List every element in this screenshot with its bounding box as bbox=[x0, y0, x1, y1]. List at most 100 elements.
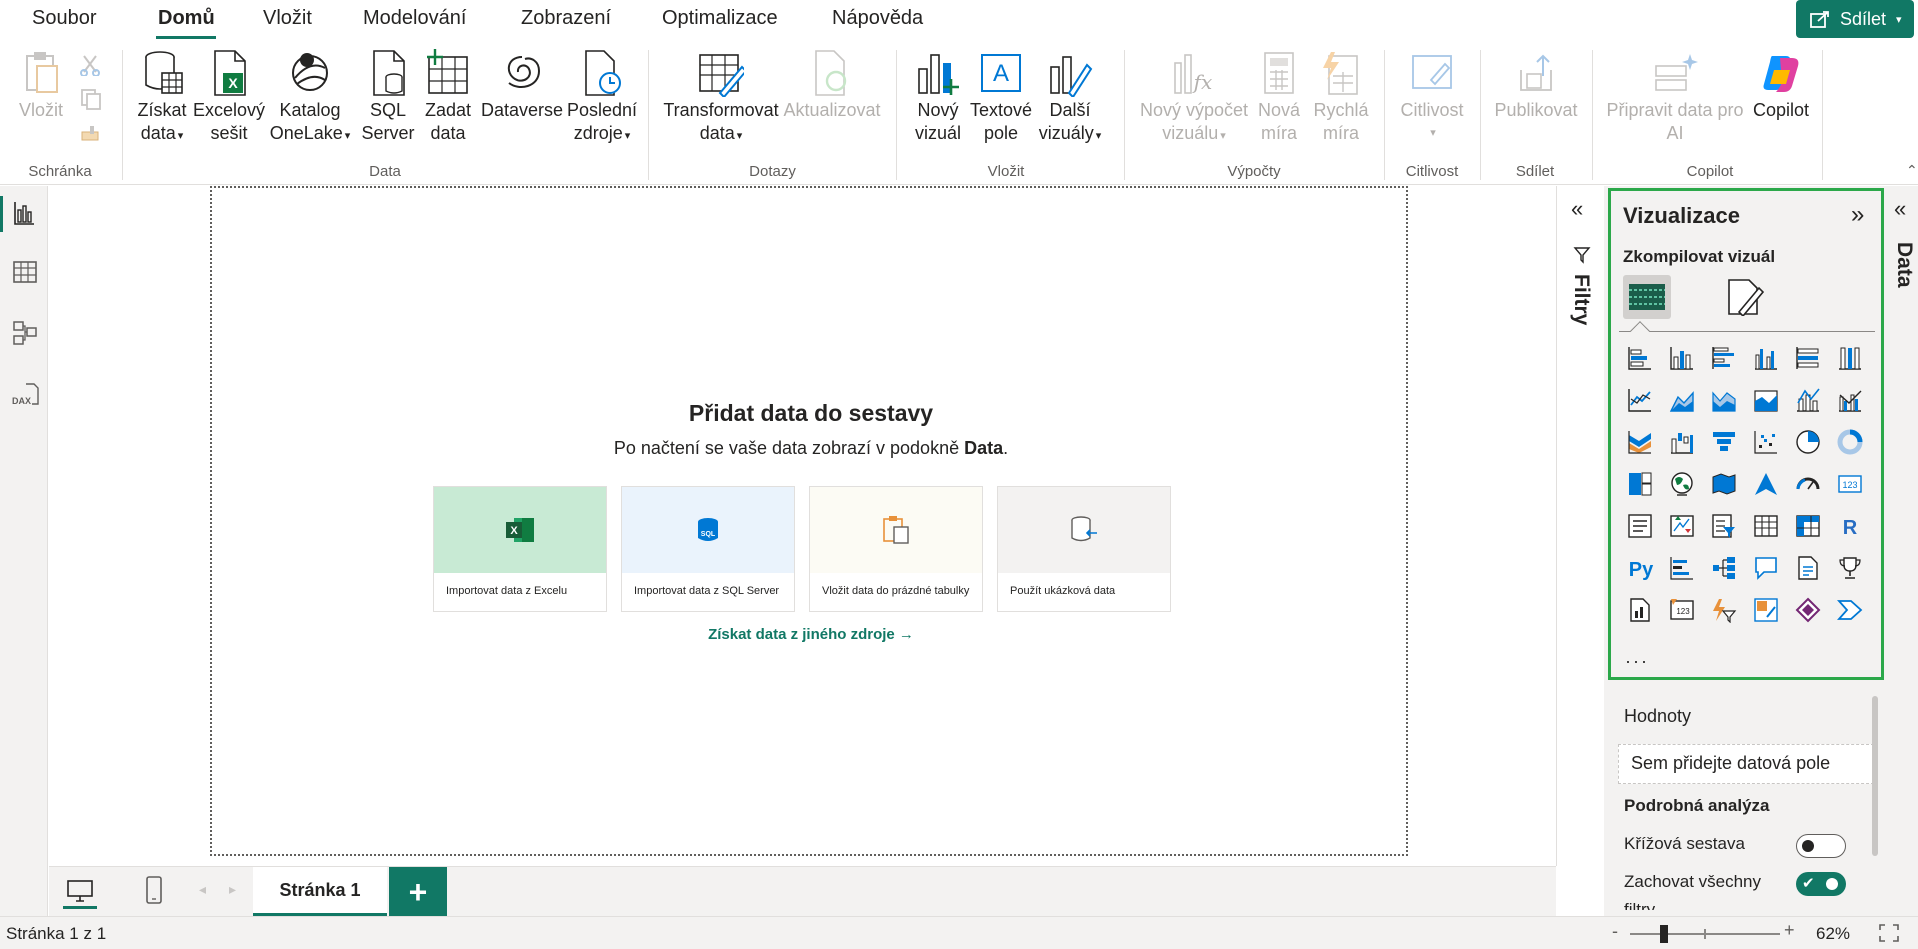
pie-chart-icon[interactable] bbox=[1787, 421, 1829, 463]
smart-narrative-icon[interactable] bbox=[1787, 547, 1829, 589]
matrix-icon[interactable] bbox=[1787, 505, 1829, 547]
100-stacked-area-chart-icon[interactable] bbox=[1745, 379, 1787, 421]
zoom-out-icon[interactable]: - bbox=[1612, 921, 1618, 942]
model-view-icon[interactable] bbox=[12, 320, 38, 346]
r-script-visual-icon[interactable]: R bbox=[1829, 505, 1871, 547]
power-automate-icon[interactable] bbox=[1829, 589, 1871, 631]
sql-server-button[interactable]: SQL Server bbox=[362, 48, 415, 145]
filters-pane[interactable]: « Filtry bbox=[1556, 186, 1604, 866]
collapse-visualizations-icon[interactable]: » bbox=[1851, 201, 1864, 229]
more-visuals-button[interactable]: Další vizuály ▾ bbox=[1034, 48, 1106, 148]
clustered-column-chart-icon[interactable] bbox=[1745, 337, 1787, 379]
mobile-layout-icon[interactable] bbox=[145, 875, 163, 905]
paginated-report-icon[interactable] bbox=[1619, 589, 1661, 631]
more-visuals-ellipsis[interactable]: ··· bbox=[1625, 651, 1649, 672]
card-icon[interactable]: 123 bbox=[1829, 463, 1871, 505]
tab-optimize[interactable]: Optimalizace bbox=[662, 7, 778, 30]
treemap-icon[interactable] bbox=[1619, 463, 1661, 505]
text-box-button[interactable]: A Textové pole bbox=[968, 48, 1034, 145]
zoom-slider-thumb[interactable] bbox=[1660, 925, 1668, 943]
multi-row-card-icon[interactable] bbox=[1619, 505, 1661, 547]
prev-page-icon[interactable]: ◂ bbox=[199, 881, 206, 898]
copilot-button[interactable]: Copilot bbox=[1746, 48, 1816, 122]
100-stacked-column-chart-icon[interactable] bbox=[1829, 337, 1871, 379]
cross-report-toggle[interactable] bbox=[1796, 834, 1846, 858]
stacked-column-chart-icon[interactable] bbox=[1661, 337, 1703, 379]
pane-scrollbar[interactable] bbox=[1872, 696, 1878, 856]
slicer-icon[interactable] bbox=[1703, 505, 1745, 547]
card-new-icon[interactable]: 123 bbox=[1661, 589, 1703, 631]
excel-workbook-button[interactable]: X Excelový sešit bbox=[193, 48, 265, 145]
filled-map-icon[interactable] bbox=[1703, 463, 1745, 505]
scatter-chart-icon[interactable] bbox=[1745, 421, 1787, 463]
stacked-area-chart-icon[interactable] bbox=[1703, 379, 1745, 421]
enter-data-button[interactable]: Zadat data bbox=[422, 48, 474, 145]
import-excel-card[interactable]: X Importovat data z Excelu bbox=[433, 486, 607, 612]
area-chart-icon[interactable] bbox=[1661, 379, 1703, 421]
sensitivity-button[interactable]: Citlivost ▾ bbox=[1392, 48, 1472, 145]
transform-data-button[interactable]: Transformovat data ▾ bbox=[662, 48, 780, 148]
tab-modeling[interactable]: Modelování bbox=[363, 7, 466, 30]
next-page-icon[interactable]: ▸ bbox=[229, 881, 236, 898]
format-painter-icon[interactable] bbox=[80, 124, 102, 144]
quick-measure-button[interactable]: Rychlá míra bbox=[1308, 48, 1374, 145]
report-view-icon[interactable] bbox=[12, 200, 38, 226]
power-automate-slicer-icon[interactable] bbox=[1703, 589, 1745, 631]
share-button[interactable]: Sdílet ▾ bbox=[1796, 0, 1914, 38]
funnel-chart-icon[interactable] bbox=[1703, 421, 1745, 463]
keep-filters-toggle[interactable]: ✔ bbox=[1796, 872, 1846, 896]
gauge-icon[interactable] bbox=[1787, 463, 1829, 505]
values-drop-field[interactable]: Sem přidejte datová pole bbox=[1618, 744, 1874, 784]
zoom-level[interactable]: 62% bbox=[1816, 924, 1850, 944]
python-visual-icon[interactable]: Py bbox=[1619, 547, 1661, 589]
tab-insert[interactable]: Vložit bbox=[263, 7, 312, 30]
other-source-link[interactable]: Získat data z jiného zdroje → bbox=[212, 626, 1410, 643]
import-sql-card[interactable]: SQL Importovat data z SQL Server bbox=[621, 486, 795, 612]
table-icon[interactable] bbox=[1745, 505, 1787, 547]
new-measure-button[interactable]: Nová míra bbox=[1256, 48, 1302, 145]
line-stacked-column-chart-icon[interactable] bbox=[1787, 379, 1829, 421]
new-visual-button[interactable]: Nový vizuál bbox=[912, 48, 964, 145]
kpi-icon[interactable] bbox=[1661, 505, 1703, 547]
line-clustered-column-chart-icon[interactable] bbox=[1829, 379, 1871, 421]
expand-data-icon[interactable]: « bbox=[1894, 196, 1906, 222]
key-influencers-icon[interactable] bbox=[1661, 547, 1703, 589]
goals-icon[interactable] bbox=[1829, 547, 1871, 589]
paste-blank-table-card[interactable]: Vložit data do prázdné tabulky bbox=[809, 486, 983, 612]
build-visual-tab[interactable] bbox=[1623, 275, 1671, 319]
sample-data-card[interactable]: Použít ukázková data bbox=[997, 486, 1171, 612]
qa-visual-icon[interactable] bbox=[1745, 547, 1787, 589]
power-apps-icon[interactable] bbox=[1745, 589, 1787, 631]
format-visual-tab[interactable] bbox=[1721, 275, 1769, 319]
tab-help[interactable]: Nápověda bbox=[832, 7, 923, 30]
add-page-button[interactable]: + bbox=[389, 867, 447, 917]
table-view-icon[interactable] bbox=[12, 260, 38, 286]
waterfall-chart-icon[interactable] bbox=[1661, 421, 1703, 463]
azure-map-icon[interactable] bbox=[1745, 463, 1787, 505]
publish-button[interactable]: Publikovat bbox=[1490, 48, 1582, 122]
dax-query-view-icon[interactable]: DAX bbox=[12, 382, 39, 408]
power-apps-diamond-icon[interactable] bbox=[1787, 589, 1829, 631]
100-stacked-bar-chart-icon[interactable] bbox=[1787, 337, 1829, 379]
page-tab-1[interactable]: Stránka 1 bbox=[253, 867, 387, 917]
dataverse-button[interactable]: Dataverse bbox=[480, 48, 564, 122]
new-visual-calculation-button[interactable]: fx Nový výpočet vizuálu ▾ bbox=[1134, 48, 1254, 148]
fit-to-page-icon[interactable] bbox=[1878, 923, 1900, 943]
copy-icon[interactable] bbox=[80, 88, 102, 110]
ribbon-chart-icon[interactable] bbox=[1619, 421, 1661, 463]
desktop-layout-icon[interactable] bbox=[63, 875, 97, 909]
clustered-bar-chart-icon[interactable] bbox=[1703, 337, 1745, 379]
donut-chart-icon[interactable] bbox=[1829, 421, 1871, 463]
expand-filters-icon[interactable]: « bbox=[1571, 196, 1583, 222]
get-data-button[interactable]: Získat data ▾ bbox=[136, 48, 188, 148]
tab-view[interactable]: Zobrazení bbox=[521, 7, 611, 30]
cut-icon[interactable] bbox=[80, 54, 100, 76]
refresh-button[interactable]: Aktualizovat bbox=[782, 48, 882, 122]
tab-file[interactable]: Soubor bbox=[32, 7, 97, 30]
line-chart-icon[interactable] bbox=[1619, 379, 1661, 421]
tab-home[interactable]: Domů bbox=[158, 7, 215, 30]
paste-button[interactable]: Vložit bbox=[16, 48, 66, 122]
onelake-catalog-button[interactable]: Katalog OneLake ▾ bbox=[266, 48, 354, 148]
report-page[interactable]: Přidat data do sestavy Po načtení se vaš… bbox=[210, 186, 1408, 856]
stacked-bar-chart-icon[interactable] bbox=[1619, 337, 1661, 379]
